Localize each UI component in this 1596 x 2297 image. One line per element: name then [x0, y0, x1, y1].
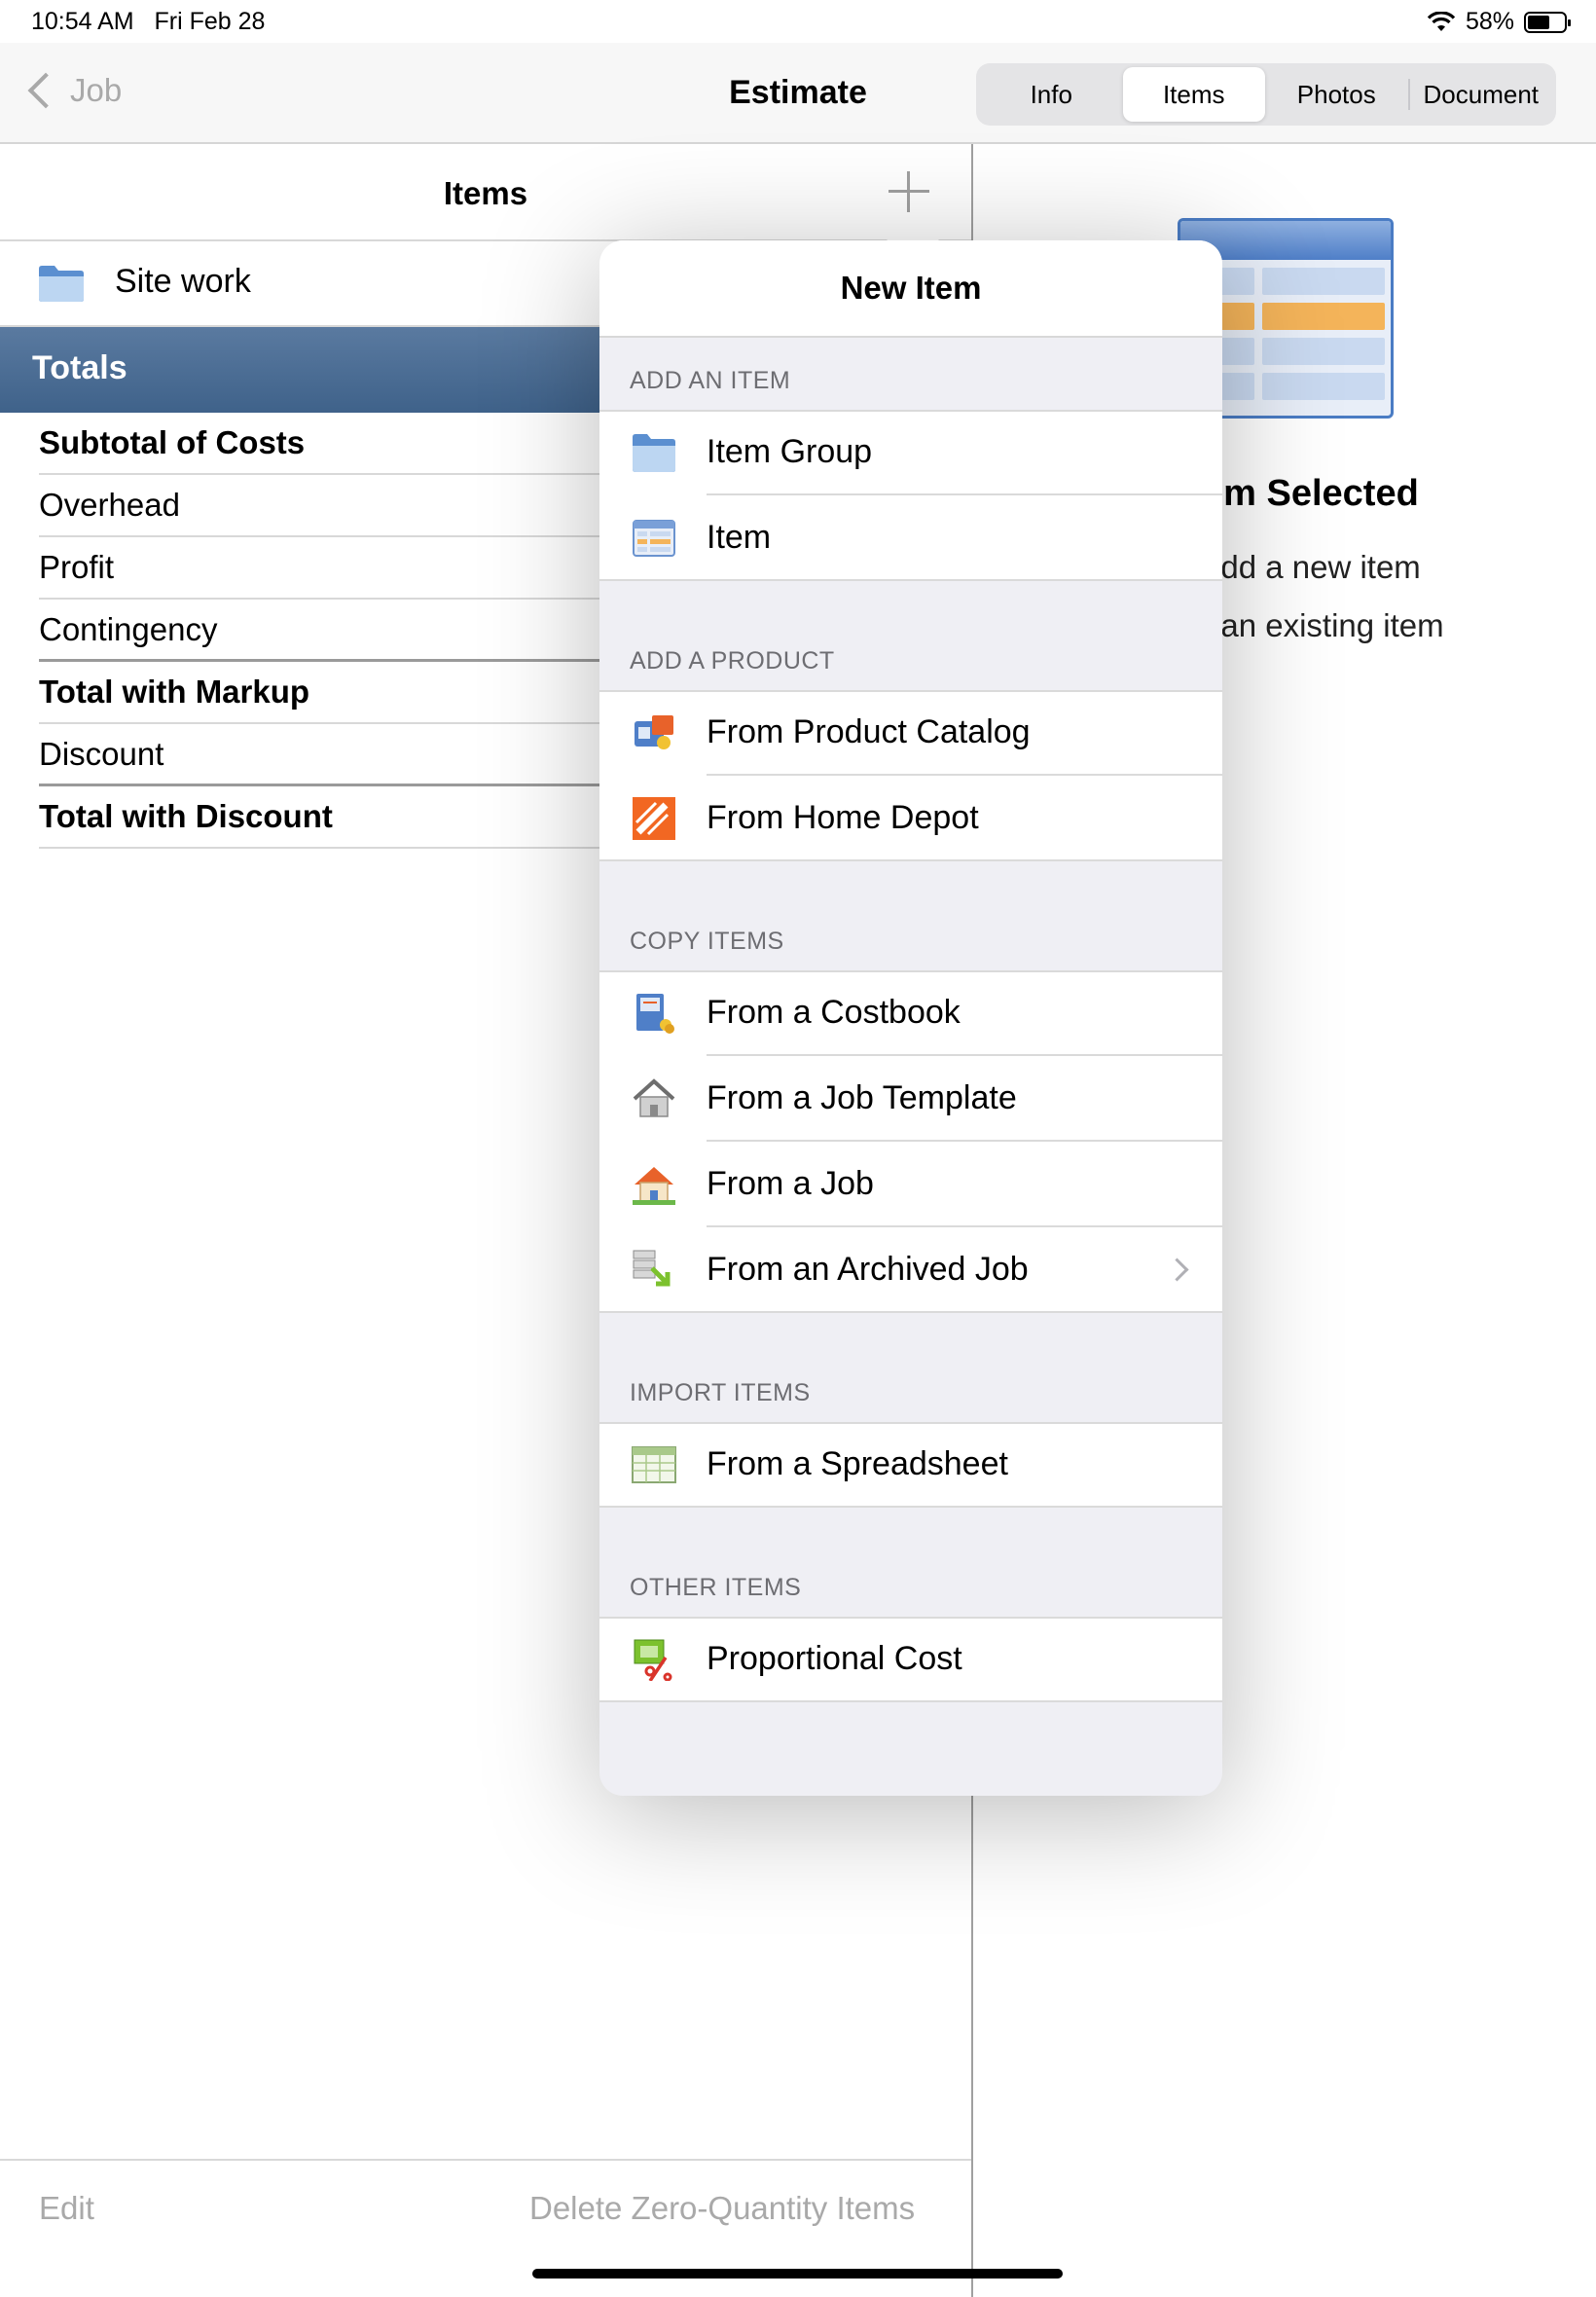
folder-icon — [39, 266, 84, 302]
section-header: ADD A PRODUCT — [630, 647, 835, 675]
status-time: 10:54 AM Fri Feb 28 — [31, 8, 266, 35]
job-template-icon — [633, 1078, 675, 1117]
popover-title: New Item — [840, 270, 982, 306]
totals-row-label: Profit — [39, 549, 115, 585]
battery-percent: 58% — [1465, 8, 1514, 35]
totals-row-label: Total with Discount — [39, 798, 333, 834]
spreadsheet-icon — [632, 1446, 676, 1483]
section-header: OTHER ITEMS — [630, 1574, 802, 1601]
tab-photos[interactable]: Photos — [1265, 67, 1408, 122]
wifi-icon — [1427, 11, 1456, 31]
section-header: IMPORT ITEMS — [630, 1379, 811, 1406]
hint-line: add a new item — [1203, 549, 1421, 585]
tab-items[interactable]: Items — [1122, 67, 1265, 122]
row-label: Item Group — [707, 433, 873, 470]
edit-button[interactable]: Edit — [39, 2190, 94, 2227]
proportional-cost-row[interactable]: Proportional Cost — [599, 1617, 1222, 1702]
job-house-icon — [633, 1167, 675, 1205]
popover-arrow — [886, 214, 940, 241]
chevron-right-icon — [1165, 1258, 1189, 1282]
totals-row-label: Total with Markup — [39, 674, 310, 710]
status-indicators: 58% — [1427, 8, 1571, 36]
new-item-popover: New Item ADD AN ITEM Item Group Item ADD… — [599, 240, 1222, 1796]
row-label: From a Job Template — [707, 1079, 1017, 1116]
row-label: From a Job — [707, 1165, 874, 1202]
row-label: From an Archived Job — [707, 1251, 1029, 1288]
job-row[interactable]: From a Job — [599, 1142, 1222, 1227]
archived-job-row[interactable]: From an Archived Job — [599, 1227, 1222, 1313]
home-depot-icon — [633, 797, 675, 840]
row-label: From Product Catalog — [707, 713, 1031, 750]
archived-job-icon — [633, 1250, 671, 1287]
row-label: Item — [707, 519, 772, 556]
group-label: Site work — [115, 263, 251, 300]
costbook-icon — [636, 994, 674, 1034]
hint-line: t an existing item — [1203, 607, 1444, 643]
tab-document[interactable]: Document — [1410, 67, 1553, 122]
tab-info[interactable]: Info — [980, 67, 1123, 122]
home-indicator — [532, 2269, 1063, 2279]
row-label: From a Costbook — [707, 994, 961, 1031]
home-depot-row[interactable]: From Home Depot — [599, 776, 1222, 861]
totals-row-label: Contingency — [39, 611, 218, 647]
row-label: From a Spreadsheet — [707, 1445, 1008, 1482]
totals-row-label: Overhead — [39, 487, 180, 523]
section-header: ADD AN ITEM — [630, 367, 791, 394]
costbook-row[interactable]: From a Costbook — [599, 970, 1222, 1056]
section-header: COPY ITEMS — [630, 928, 784, 955]
folder-icon — [633, 434, 675, 472]
row-label: From Home Depot — [707, 799, 979, 836]
spreadsheet-row[interactable]: From a Spreadsheet — [599, 1422, 1222, 1508]
row-label: Proportional Cost — [707, 1640, 962, 1677]
product-catalog-icon — [635, 715, 673, 749]
totals-row-label: Subtotal of Costs — [39, 424, 306, 460]
item-table-icon — [633, 520, 675, 557]
totals-row-label: Discount — [39, 736, 164, 772]
battery-icon — [1524, 11, 1571, 33]
items-pane-title: Items — [443, 175, 528, 211]
delete-zero-quantity-button[interactable]: Delete Zero-Quantity Items — [529, 2190, 915, 2227]
add-item-plus-icon[interactable] — [889, 171, 929, 212]
proportional-cost-icon — [634, 1639, 672, 1681]
no-item-selected-title: em Selected — [1203, 473, 1419, 514]
item-group-row[interactable]: Item Group — [599, 410, 1222, 495]
totals-header-label: Totals — [32, 349, 127, 386]
job-template-row[interactable]: From a Job Template — [599, 1056, 1222, 1142]
segmented-control: Info Items Photos Document — [976, 63, 1556, 126]
item-row[interactable]: Item — [599, 495, 1222, 581]
product-catalog-row[interactable]: From Product Catalog — [599, 690, 1222, 776]
